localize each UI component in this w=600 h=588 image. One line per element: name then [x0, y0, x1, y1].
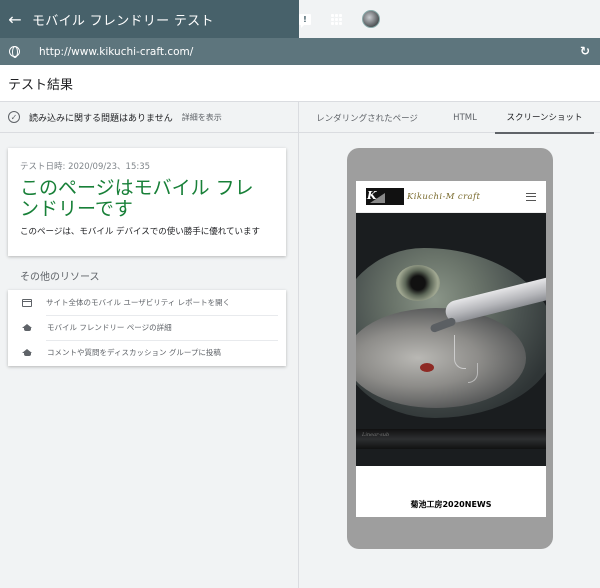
site-logo-mark: K	[366, 188, 404, 205]
site-header: K Kikuchi-M craft	[356, 181, 546, 213]
tested-url: http://www.kikuchi-craft.com/	[39, 45, 194, 58]
hamburger-menu-icon	[526, 193, 536, 201]
verdict-headline: このページはモバイル フレンドリーです	[20, 177, 254, 220]
check-circle-icon: ✓	[8, 111, 20, 123]
phone-screen: K Kikuchi-M craft Linear-sub 菊池工房2020NEW…	[356, 181, 546, 517]
graduation-cap-icon	[22, 323, 33, 332]
hook	[454, 335, 466, 369]
resource-label: サイト全体のモバイル ユーザビリティ レポートを開く	[46, 298, 231, 307]
back-arrow-icon[interactable]: ←	[0, 0, 30, 38]
news-heading: 菊池工房2020NEWS	[410, 500, 492, 509]
account-avatar[interactable]	[362, 10, 380, 28]
logo-letter: K	[367, 189, 377, 202]
results-title: テスト結果	[8, 77, 74, 93]
tab-screenshot[interactable]: スクリーンショット	[495, 102, 594, 134]
resource-item-usability-report[interactable]: サイト全体のモバイル ユーザビリティ レポートを開く	[8, 290, 286, 315]
resource-label: コメントや質問をディスカッション グループに投稿	[47, 348, 221, 357]
test-date: テスト日時: 2020/09/23、15:35	[20, 162, 151, 172]
tab-rendered-page[interactable]: レンダリングされたページ	[299, 102, 435, 133]
fish-eye	[396, 265, 440, 301]
app-title: モバイル フレンドリー テスト	[32, 13, 214, 29]
graduation-cap-icon	[22, 348, 33, 357]
results-panel: ✓ 読み込みに関する問題はありません 詳細を表示 テスト日時: 2020/09/…	[0, 102, 299, 588]
globe-icon	[9, 46, 20, 58]
resource-item-mobile-friendly-details[interactable]: モバイル フレンドリー ページの詳細	[8, 315, 286, 340]
details-link[interactable]: 詳細を表示	[182, 112, 222, 123]
feedback-icon[interactable]: !	[299, 13, 311, 28]
blood-mark	[420, 363, 434, 372]
site-logo-text: Kikuchi-M craft	[407, 191, 481, 202]
resource-label: モバイル フレンドリー ページの詳細	[47, 323, 172, 332]
summary-card: テスト日時: 2020/09/23、15:35 このページはモバイル フレンドリ…	[8, 148, 286, 256]
verdict-description: このページは、モバイル デバイスでの使い勝手に優れています	[20, 227, 261, 237]
results-header: テスト結果	[0, 65, 600, 102]
hero-photo-fish: Linear-sub	[356, 213, 546, 466]
phone-frame: K Kikuchi-M craft Linear-sub 菊池工房2020NEW…	[347, 148, 553, 549]
rod-label: Linear-sub	[362, 432, 390, 438]
preview-panel: レンダリングされたページ HTML スクリーンショット K Kikuchi-M …	[299, 102, 600, 588]
url-bar: http://www.kikuchi-craft.com/ ↻	[0, 38, 600, 65]
app-bar: ← モバイル フレンドリー テスト !	[0, 0, 600, 38]
apps-grid-icon[interactable]	[331, 13, 342, 25]
load-status-row: ✓ 読み込みに関する問題はありません 詳細を表示	[0, 102, 298, 133]
resources-card: サイト全体のモバイル ユーザビリティ レポートを開く モバイル フレンドリー ペ…	[8, 290, 286, 366]
preview-tabs: レンダリングされたページ HTML スクリーンショット	[299, 102, 600, 134]
tab-html[interactable]: HTML	[435, 102, 495, 133]
resource-item-discussion-group[interactable]: コメントや質問をディスカッション グループに投稿	[8, 340, 286, 365]
browser-window-icon	[22, 298, 32, 307]
other-resources-heading: その他のリソース	[20, 272, 100, 283]
reload-icon[interactable]: ↻	[580, 44, 590, 58]
load-status-text: 読み込みに関する問題はありません	[29, 113, 173, 124]
